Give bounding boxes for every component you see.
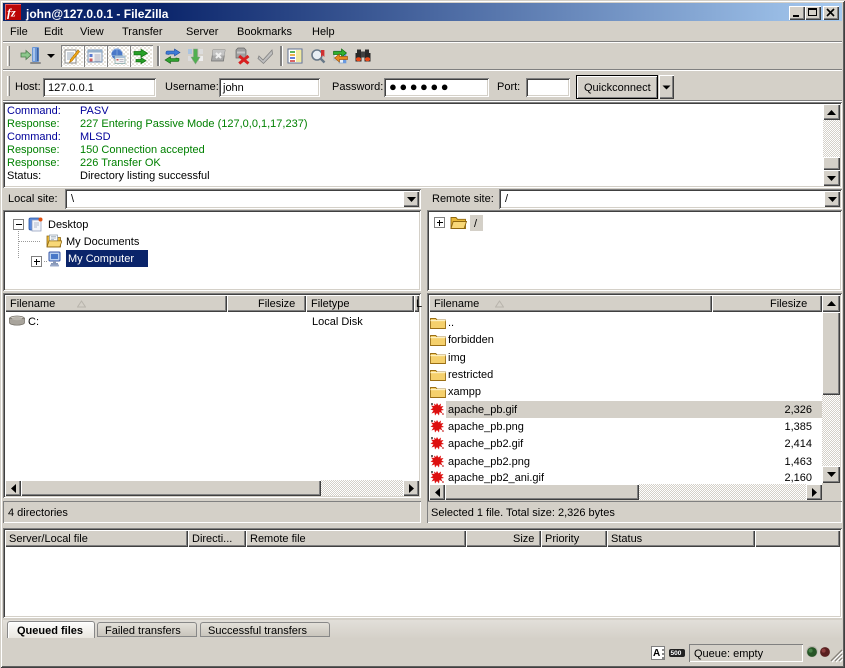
svg-text:fz: fz bbox=[7, 6, 16, 20]
